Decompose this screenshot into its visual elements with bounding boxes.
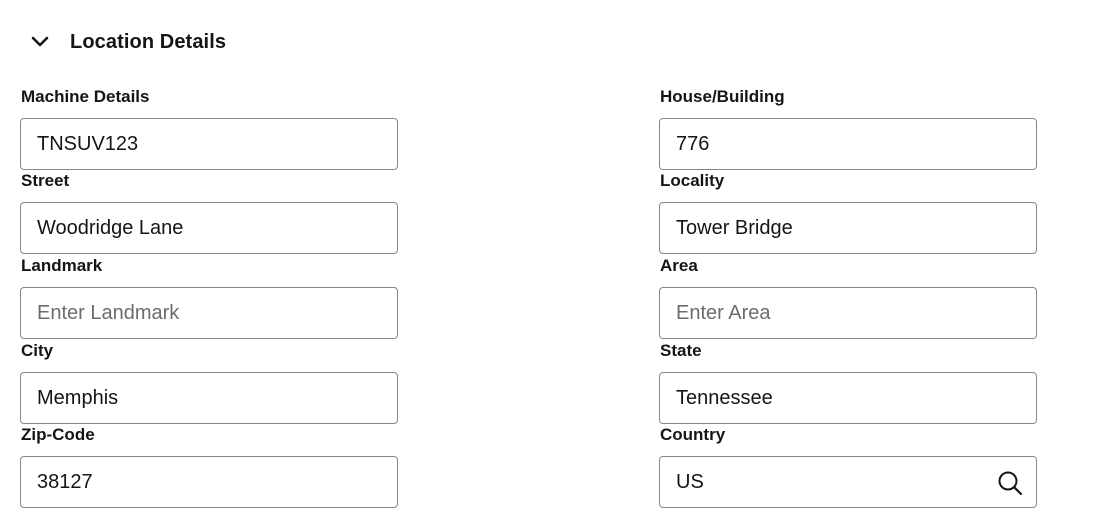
machine-details-label: Machine Details [21,87,150,106]
zip-code-input-box [20,456,398,508]
machine-details-field: Machine Details [20,86,400,170]
city-input[interactable] [21,373,397,423]
state-label: State [660,341,702,360]
state-input[interactable] [660,373,1036,423]
country-input-box [659,456,1037,508]
street-field: Street [20,170,400,254]
country-input[interactable] [660,457,1036,507]
landmark-input-box [20,287,398,339]
area-input-box [659,287,1037,339]
machine-details-input-box [20,118,398,170]
location-details-section-toggle[interactable]: Location Details [28,26,226,58]
location-details-panel: Location Details Machine Details House/B… [0,0,1110,526]
street-input-box [20,202,398,254]
machine-details-input[interactable] [21,119,397,169]
section-title: Location Details [70,30,227,53]
house-building-input-box [659,118,1037,170]
street-input[interactable] [21,203,397,253]
street-label: Street [21,171,70,190]
landmark-label: Landmark [21,256,103,275]
country-field: Country [659,424,1039,508]
city-input-box [20,372,398,424]
locality-label: Locality [660,171,725,190]
locality-input[interactable] [660,203,1036,253]
search-icon[interactable] [996,469,1024,497]
area-field: Area [659,255,1039,339]
zip-code-label: Zip-Code [21,425,95,444]
area-input[interactable] [660,288,1036,338]
landmark-field: Landmark [20,255,400,339]
area-label: Area [660,256,698,275]
chevron-down-icon[interactable] [28,30,52,54]
zip-code-input[interactable] [21,457,397,507]
locality-field: Locality [659,170,1039,254]
zip-code-field: Zip-Code [20,424,400,508]
landmark-input[interactable] [21,288,397,338]
house-building-label: House/Building [660,87,785,106]
state-field: State [659,340,1039,424]
locality-input-box [659,202,1037,254]
city-label: City [21,341,54,360]
city-field: City [20,340,400,424]
state-input-box [659,372,1037,424]
country-label: Country [660,425,726,444]
house-building-input[interactable] [660,119,1036,169]
house-building-field: House/Building [659,86,1039,170]
